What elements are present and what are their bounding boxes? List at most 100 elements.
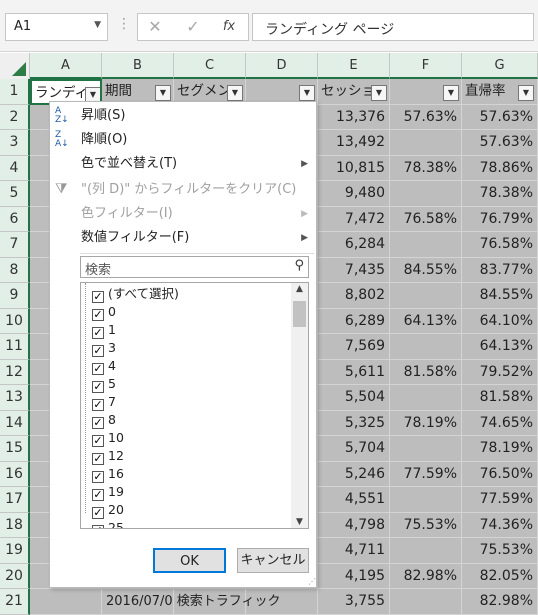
filter-dropdown-icon[interactable]: ▼ <box>299 85 315 101</box>
cell[interactable]: 78.38% <box>462 181 538 207</box>
row-header[interactable]: 10 <box>0 308 30 334</box>
row-header[interactable]: 7 <box>0 232 30 258</box>
cell[interactable]: 13,492 <box>318 130 390 156</box>
checkbox-checked-icon[interactable]: ✓ <box>92 453 104 465</box>
cell[interactable] <box>30 589 102 615</box>
menu-number-filter[interactable]: 数値フィルター(F) ▶ <box>50 226 316 250</box>
cell[interactable]: 82.98% <box>462 589 538 615</box>
filter-value-item[interactable]: ✓ 4 <box>92 357 116 375</box>
cell[interactable]: 9,480 <box>318 181 390 207</box>
cell[interactable]: 10,815 <box>318 155 390 181</box>
scroll-up-icon[interactable]: ▲ <box>291 284 308 294</box>
cell[interactable]: 7,569 <box>318 334 390 360</box>
chevron-down-icon[interactable]: ▼ <box>94 20 101 30</box>
cell[interactable] <box>390 181 462 207</box>
cell[interactable] <box>390 232 462 258</box>
checkbox-checked-icon[interactable]: ✓ <box>92 417 104 429</box>
cell[interactable]: 78.38% <box>390 155 462 181</box>
cell[interactable]: 76.50% <box>462 461 538 487</box>
name-box[interactable]: A1 ▼ <box>5 13 108 41</box>
row-header[interactable]: 15 <box>0 436 30 462</box>
filter-value-item[interactable]: ✓ 7 <box>92 393 116 411</box>
cell[interactable] <box>390 334 462 360</box>
cell[interactable]: 75.53% <box>462 538 538 564</box>
row-header[interactable]: 18 <box>0 512 30 538</box>
column-header-e[interactable]: E <box>318 53 390 79</box>
menu-sort-descending[interactable]: Z A↓ 降順(O) <box>50 128 316 152</box>
cell[interactable]: 7,435 <box>318 257 390 283</box>
cell[interactable] <box>390 283 462 309</box>
cell[interactable]: 82.98% <box>390 563 462 589</box>
filter-dropdown-icon[interactable]: ▼ <box>227 85 243 101</box>
filter-value-item[interactable]: ✓ 8 <box>92 411 116 429</box>
cell[interactable]: 74.36% <box>462 512 538 538</box>
row-header[interactable]: 5 <box>0 181 30 207</box>
column-header-f[interactable]: F <box>390 53 462 79</box>
filter-dropdown-icon[interactable]: ▼ <box>371 85 387 101</box>
checkbox-checked-icon[interactable]: ✓ <box>92 363 104 375</box>
filter-value-item[interactable]: ✓ 12 <box>92 447 124 465</box>
row-header[interactable]: 9 <box>0 283 30 309</box>
row-header[interactable]: 17 <box>0 487 30 513</box>
cell[interactable]: 5,704 <box>318 436 390 462</box>
column-header-g[interactable]: G <box>462 53 538 79</box>
checkbox-checked-icon[interactable]: ✓ <box>92 507 104 519</box>
header-cell-f[interactable]: ▼ <box>390 79 462 105</box>
filter-dropdown-icon[interactable]: ▼ <box>155 85 171 101</box>
cell[interactable]: 5,611 <box>318 359 390 385</box>
checkbox-checked-icon[interactable]: ✓ <box>92 381 104 393</box>
row-header[interactable]: 12 <box>0 359 30 385</box>
cell[interactable]: 8,802 <box>318 283 390 309</box>
column-header-c[interactable]: C <box>174 53 246 79</box>
checkbox-checked-icon[interactable]: ✓ <box>92 291 104 303</box>
period-cell[interactable]: 2016/07/0 検索トラフィック <box>102 589 318 615</box>
row-header[interactable]: 3 <box>0 130 30 156</box>
cell[interactable]: 76.79% <box>462 206 538 232</box>
cell[interactable]: 75.53% <box>390 512 462 538</box>
cell[interactable] <box>390 385 462 411</box>
filter-value-list[interactable]: ✓(すべて選択)✓0✓1✓3✓4✓5✓7✓8✓10✓12✓16✓19✓20✓25… <box>80 282 309 529</box>
row-header[interactable]: 20 <box>0 563 30 589</box>
filter-dropdown-icon[interactable]: ▼ <box>443 85 459 101</box>
cell[interactable]: 5,504 <box>318 385 390 411</box>
scroll-down-icon[interactable]: ▼ <box>291 517 308 527</box>
filter-value-item[interactable]: ✓ (すべて選択) <box>92 285 179 303</box>
cell[interactable] <box>390 538 462 564</box>
cell[interactable]: 81.58% <box>462 385 538 411</box>
row-header[interactable]: 16 <box>0 461 30 487</box>
cell[interactable]: 78.19% <box>390 410 462 436</box>
cancel-button[interactable]: キャンセル <box>237 548 309 573</box>
cell[interactable]: 64.13% <box>462 334 538 360</box>
header-cell-e[interactable]: セッショ ▼ <box>318 79 390 105</box>
cell[interactable]: 77.59% <box>390 461 462 487</box>
cell[interactable]: 83.77% <box>462 257 538 283</box>
filter-search-input[interactable]: 検索 ⚲ <box>80 256 309 278</box>
cell[interactable]: 84.55% <box>462 283 538 309</box>
cell[interactable]: 84.55% <box>390 257 462 283</box>
row-header[interactable]: 21 <box>0 589 30 615</box>
cell[interactable] <box>390 130 462 156</box>
scroll-thumb[interactable] <box>293 301 306 327</box>
formula-input[interactable]: ランディング ページ <box>252 13 534 41</box>
row-header[interactable]: 1 <box>0 79 30 105</box>
row-header[interactable]: 11 <box>0 334 30 360</box>
checkbox-checked-icon[interactable]: ✓ <box>92 327 104 339</box>
cell[interactable]: 81.58% <box>390 359 462 385</box>
row-header[interactable]: 13 <box>0 385 30 411</box>
cell[interactable]: 57.63% <box>462 130 538 156</box>
ok-button[interactable]: OK <box>153 548 226 573</box>
cell[interactable]: 57.63% <box>462 104 538 130</box>
cell[interactable]: 76.58% <box>462 232 538 258</box>
checkbox-checked-icon[interactable]: ✓ <box>92 489 104 501</box>
cell[interactable] <box>390 436 462 462</box>
cell[interactable]: 3,755 <box>318 589 390 615</box>
filter-value-item[interactable]: ✓ 1 <box>92 321 116 339</box>
scrollbar[interactable]: ▲ ▼ <box>291 283 308 528</box>
cell[interactable]: 82.05% <box>462 563 538 589</box>
filter-value-item[interactable]: ✓ 10 <box>92 429 124 447</box>
cell[interactable]: 7,472 <box>318 206 390 232</box>
menu-sort-by-color[interactable]: 色で並べ替え(T) ▶ <box>50 152 316 176</box>
select-all-corner[interactable] <box>0 53 30 79</box>
filter-value-item[interactable]: ✓ 5 <box>92 375 116 393</box>
cell[interactable]: 4,195 <box>318 563 390 589</box>
